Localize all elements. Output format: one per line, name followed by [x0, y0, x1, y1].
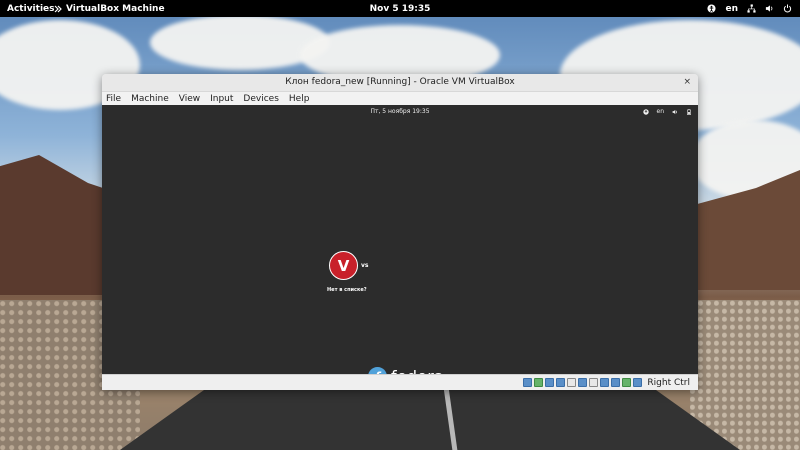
optical-drive-icon[interactable]: [534, 378, 544, 387]
mouse-integration-icon[interactable]: [622, 378, 632, 387]
user-name[interactable]: vs: [361, 262, 368, 269]
network-icon[interactable]: [747, 4, 756, 13]
guest-display[interactable]: Пт, 5 ноября 19:35 en V vs Нет в списке?…: [102, 105, 698, 386]
keyboard-capture-icon[interactable]: [633, 378, 643, 387]
app-name: VirtualBox Machine: [66, 3, 165, 14]
host-key-label[interactable]: Right Ctrl: [647, 378, 690, 388]
road: [120, 388, 740, 450]
keyboard-layout-indicator[interactable]: en: [725, 4, 738, 14]
accessibility-icon[interactable]: [707, 4, 717, 13]
menubar: File Machine View Input Devices Help: [102, 92, 698, 106]
menu-file[interactable]: File: [105, 94, 122, 104]
virtualbox-app-icon: [54, 5, 62, 13]
user-avatar[interactable]: V: [329, 251, 358, 280]
battery-icon[interactable]: [686, 108, 692, 115]
menu-help[interactable]: Help: [288, 94, 311, 104]
shared-folders-icon[interactable]: [578, 378, 588, 387]
guest-top-bar: Пт, 5 ноября 19:35 en: [102, 105, 698, 118]
recording-icon[interactable]: [600, 378, 610, 387]
vm-status-bar: Right Ctrl: [102, 374, 698, 390]
volume-icon[interactable]: [765, 4, 774, 13]
window-title: Клон fedora_new [Running] - Oracle VM Vi…: [285, 77, 515, 87]
system-tray[interactable]: en: [707, 4, 792, 14]
hard-disk-icon[interactable]: [523, 378, 533, 387]
power-icon[interactable]: [783, 4, 792, 13]
cpu-icon[interactable]: [611, 378, 621, 387]
usb-icon[interactable]: [567, 378, 577, 387]
guest-clock[interactable]: Пт, 5 ноября 19:35: [102, 108, 698, 115]
window-titlebar[interactable]: Клон fedora_new [Running] - Oracle VM Vi…: [102, 74, 698, 92]
accessibility-icon[interactable]: [642, 108, 649, 115]
activities-button[interactable]: Activities: [7, 4, 55, 14]
menu-machine[interactable]: Machine: [130, 94, 170, 104]
audio-icon[interactable]: [545, 378, 555, 387]
guest-system-tray[interactable]: en: [642, 108, 693, 115]
close-button[interactable]: ×: [683, 74, 691, 91]
virtualbox-window[interactable]: Клон fedora_new [Running] - Oracle VM Vi…: [102, 74, 698, 390]
menu-input[interactable]: Input: [209, 94, 234, 104]
guest-keyboard-layout[interactable]: en: [657, 108, 665, 115]
menu-devices[interactable]: Devices: [242, 94, 279, 104]
display-icon[interactable]: [589, 378, 599, 387]
gnome-top-bar: Activities VirtualBox Machine Nov 5 19:3…: [0, 0, 800, 17]
network-adapter-icon[interactable]: [556, 378, 566, 387]
app-menu[interactable]: VirtualBox Machine: [54, 4, 165, 14]
not-listed-link[interactable]: Нет в списке?: [327, 287, 367, 293]
menu-view[interactable]: View: [178, 94, 201, 104]
volume-icon[interactable]: [672, 108, 678, 115]
